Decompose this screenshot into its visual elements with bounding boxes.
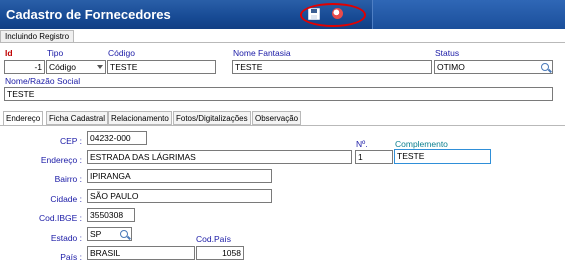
complemento-label: Complemento (395, 139, 448, 149)
numero-label: Nº. (356, 139, 368, 149)
tab-fotos[interactable]: Fotos/Digitalizações (173, 111, 251, 125)
status-value: OTIMO (437, 62, 465, 72)
codigo-label: Código (108, 48, 135, 58)
tab-divider (0, 125, 565, 126)
complemento-field[interactable]: TESTE (394, 149, 491, 164)
estado-label: Estado : (50, 233, 82, 243)
id-label: Id (5, 48, 13, 58)
tipo-label: Tipo (47, 48, 64, 58)
tipo-value: Código (49, 62, 76, 72)
estado-field[interactable]: SP (87, 227, 132, 241)
status-tab: Incluindo Registro (0, 30, 75, 42)
estado-value: SP (90, 229, 102, 239)
cidade-label: Cidade : (50, 194, 82, 204)
tab-relacionamento[interactable]: Relacionamento (108, 111, 172, 125)
pais-label: País : (60, 252, 82, 262)
magnifier-icon[interactable] (541, 63, 549, 71)
status-divider (0, 42, 565, 43)
tab-ficha-cadastral[interactable]: Ficha Cadastral (46, 111, 109, 125)
codigo-field[interactable]: TESTE (107, 60, 216, 74)
toolbar-icons (300, 3, 366, 27)
numero-field[interactable]: 1 (355, 150, 393, 164)
bairro-label: Bairro : (54, 174, 82, 184)
cep-label: CEP : (59, 136, 82, 146)
endereco-field[interactable]: ESTRADA DAS LÁGRIMAS (87, 150, 352, 164)
cod-ibge-label: Cod.IBGE : (39, 213, 82, 223)
title-bar: Cadastro de Fornecedores (0, 0, 565, 29)
status-field[interactable]: OTIMO (434, 60, 553, 74)
cod-ibge-field[interactable]: 3550308 (87, 208, 135, 222)
endereco-label: Endereço : (40, 155, 82, 165)
tab-endereco[interactable]: Endereço (3, 111, 44, 126)
cidade-field[interactable]: SÃO PAULO (87, 189, 272, 203)
id-field[interactable]: -1 (4, 60, 45, 74)
highlight-ellipse (300, 3, 366, 27)
magnifier-icon[interactable] (120, 230, 128, 238)
razao-social-label: Nome/Razão Social (5, 76, 81, 86)
chevron-down-icon[interactable] (97, 65, 103, 69)
nome-fantasia-field[interactable]: TESTE (232, 60, 432, 74)
nome-fantasia-label: Nome Fantasia (233, 48, 291, 58)
cod-pais-field[interactable]: 1058 (196, 246, 244, 260)
window-title: Cadastro de Fornecedores (6, 7, 171, 22)
status-label: Status (435, 48, 460, 58)
tab-observacao[interactable]: Observação (252, 111, 302, 125)
cod-pais-label: Cod.País (196, 234, 231, 244)
bairro-field[interactable]: IPIRANGA (87, 169, 272, 183)
razao-social-field[interactable]: TESTE (4, 87, 553, 101)
tipo-dropdown[interactable]: Código (46, 60, 106, 74)
cep-field[interactable]: 04232-000 (87, 131, 147, 145)
pais-field[interactable]: BRASIL (87, 246, 195, 260)
toolbar-right-panel (372, 0, 565, 29)
